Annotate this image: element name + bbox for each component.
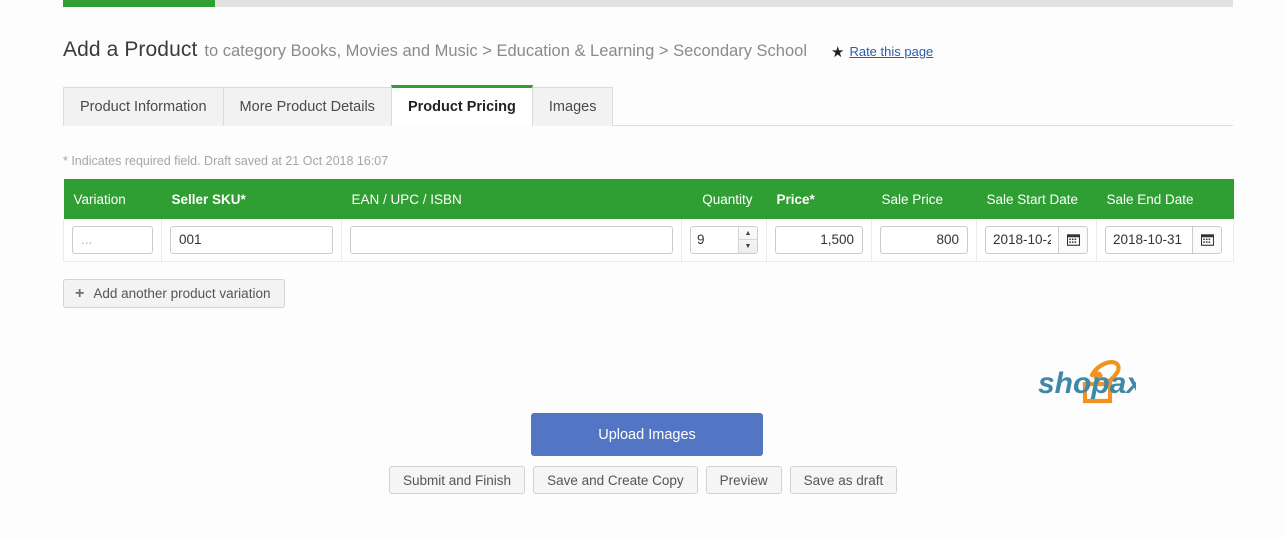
cell-quantity: ▲ ▼ <box>681 219 767 262</box>
column-header-ean-upc-isbn: EAN / UPC / ISBN <box>341 179 682 219</box>
tab-images[interactable]: Images <box>531 87 614 126</box>
progress-bar-fill <box>63 0 216 7</box>
upload-images-button[interactable]: Upload Images <box>531 413 763 456</box>
submit-and-finish-button[interactable]: Submit and Finish <box>389 466 526 494</box>
tab-bar: Product Information More Product Details… <box>63 85 1233 126</box>
quantity-input[interactable] <box>691 226 738 253</box>
cell-variation <box>63 219 162 262</box>
preview-button[interactable]: Preview <box>705 466 782 494</box>
page-title: Add a Product <box>63 38 198 61</box>
table-row: ▲ ▼ <box>63 219 1234 262</box>
cell-price <box>766 219 872 262</box>
seller-sku-input[interactable] <box>170 225 333 254</box>
variation-input[interactable] <box>72 225 153 254</box>
column-header-sale-price: Sale Price <box>871 179 977 219</box>
tab-product-pricing[interactable]: Product Pricing <box>390 85 533 126</box>
add-variation-label: Add another product variation <box>93 286 271 301</box>
progress-bar <box>63 0 1233 7</box>
quantity-stepper[interactable]: ▲ ▼ <box>690 225 758 254</box>
cell-sale-end-date <box>1096 219 1234 262</box>
spinner-down-icon[interactable]: ▼ <box>739 240 757 253</box>
rate-this-page[interactable]: ★ Rate this page <box>831 44 933 61</box>
column-header-price: Price* <box>766 179 872 219</box>
column-header-sale-end-date: Sale End Date <box>1096 179 1234 219</box>
sale-start-date-group <box>985 225 1088 254</box>
tab-more-product-details[interactable]: More Product Details <box>222 87 392 126</box>
quantity-spinner[interactable]: ▲ ▼ <box>738 226 757 253</box>
cell-ean-upc-isbn <box>341 219 682 262</box>
sale-price-input[interactable] <box>880 225 968 254</box>
required-field-note: * Indicates required field. Draft saved … <box>63 154 389 168</box>
rate-this-page-link[interactable]: Rate this page <box>849 44 933 59</box>
tab-product-information[interactable]: Product Information <box>63 87 224 126</box>
footer-actions: Submit and Finish Save and Create Copy P… <box>389 466 898 494</box>
price-input[interactable] <box>775 225 863 254</box>
product-pricing-table: Variation Seller SKU* EAN / UPC / ISBN Q… <box>63 179 1234 262</box>
breadcrumb: to category Books, Movies and Music > Ed… <box>204 42 807 60</box>
save-as-draft-button[interactable]: Save as draft <box>789 466 898 494</box>
column-header-variation: Variation <box>63 179 162 219</box>
plus-icon: + <box>75 284 85 302</box>
table-header-row: Variation Seller SKU* EAN / UPC / ISBN Q… <box>63 179 1234 219</box>
ean-upc-isbn-input[interactable] <box>350 225 673 254</box>
sale-start-date-input[interactable] <box>985 225 1058 254</box>
column-header-quantity: Quantity <box>681 179 767 219</box>
sale-end-date-group <box>1105 225 1222 254</box>
calendar-icon[interactable] <box>1058 225 1088 254</box>
cell-sale-start-date <box>976 219 1097 262</box>
svg-text:shopaxo: shopaxo <box>1038 367 1136 400</box>
sale-end-date-input[interactable] <box>1105 225 1192 254</box>
save-and-create-copy-button[interactable]: Save and Create Copy <box>533 466 698 494</box>
column-header-seller-sku: Seller SKU* <box>161 179 342 219</box>
star-icon: ★ <box>831 44 845 61</box>
cell-seller-sku <box>161 219 342 262</box>
page-root: Add a Product to category Books, Movies … <box>0 0 1285 540</box>
page-heading: Add a Product to category Books, Movies … <box>63 38 933 62</box>
shopaxo-logo: shopaxo <box>1036 357 1161 411</box>
column-header-sale-start-date: Sale Start Date <box>976 179 1097 219</box>
cell-sale-price <box>871 219 977 262</box>
calendar-icon[interactable] <box>1192 225 1222 254</box>
spinner-up-icon[interactable]: ▲ <box>739 227 757 241</box>
add-another-product-variation-button[interactable]: + Add another product variation <box>63 279 286 308</box>
